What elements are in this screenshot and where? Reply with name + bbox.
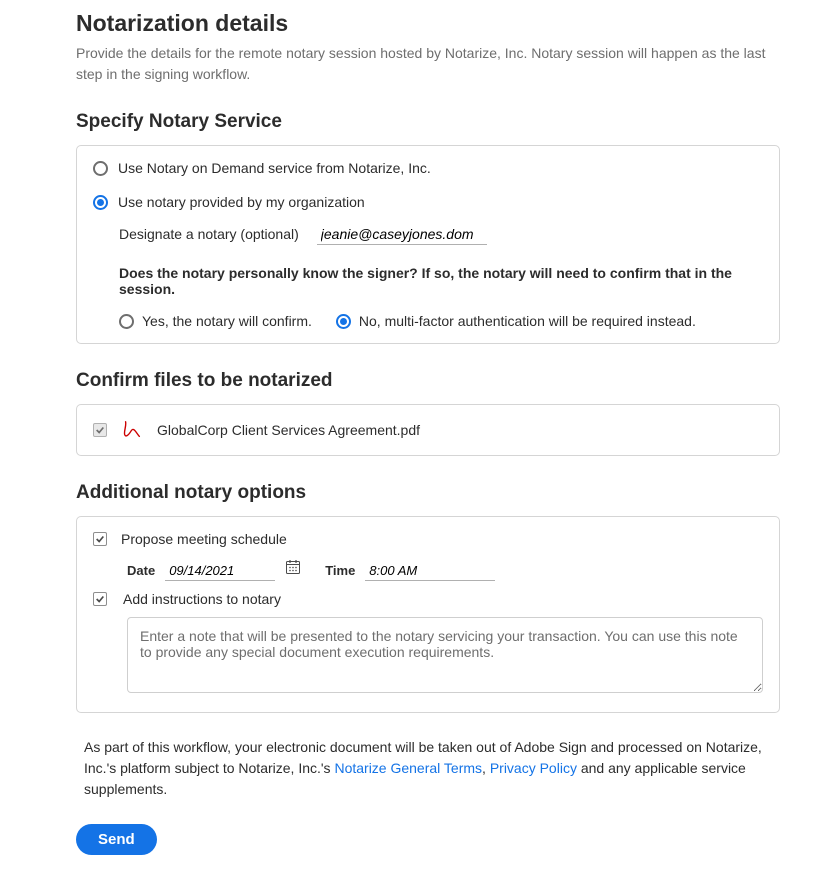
- instructions-checkbox[interactable]: [93, 592, 107, 606]
- specify-heading: Specify Notary Service: [76, 111, 780, 133]
- radio-know-no[interactable]: [336, 314, 351, 329]
- radio-notary-my-org[interactable]: [93, 195, 108, 210]
- instructions-textarea[interactable]: [127, 617, 763, 693]
- checkmark-icon: [95, 534, 105, 544]
- radio-notary-my-org-label: Use notary provided by my organization: [118, 194, 365, 210]
- confirm-panel: GlobalCorp Client Services Agreement.pdf: [76, 404, 780, 456]
- page-subtitle: Provide the details for the remote notar…: [76, 43, 780, 85]
- designate-input[interactable]: [317, 224, 487, 245]
- date-label: Date: [127, 563, 155, 578]
- specify-panel: Use Notary on Demand service from Notari…: [76, 145, 780, 344]
- file-name: GlobalCorp Client Services Agreement.pdf: [157, 422, 420, 438]
- page-title: Notarization details: [76, 10, 780, 37]
- radio-know-yes[interactable]: [119, 314, 134, 329]
- checkmark-icon: [95, 425, 105, 435]
- propose-label: Propose meeting schedule: [121, 531, 287, 547]
- know-question: Does the notary personally know the sign…: [119, 265, 763, 297]
- date-input[interactable]: [165, 561, 275, 581]
- designate-label: Designate a notary (optional): [119, 226, 299, 242]
- footer-text: As part of this workflow, your electroni…: [76, 737, 780, 800]
- send-button[interactable]: Send: [76, 824, 157, 855]
- propose-checkbox[interactable]: [93, 532, 107, 546]
- link-notarize-terms[interactable]: Notarize General Terms: [334, 760, 482, 776]
- calendar-icon[interactable]: [285, 559, 301, 575]
- additional-panel: Propose meeting schedule Date Time Add i…: [76, 516, 780, 713]
- file-checkbox[interactable]: [93, 423, 107, 437]
- checkmark-icon: [95, 594, 105, 604]
- radio-notary-on-demand-label: Use Notary on Demand service from Notari…: [118, 160, 431, 176]
- additional-heading: Additional notary options: [76, 482, 780, 504]
- instructions-label: Add instructions to notary: [123, 591, 281, 607]
- link-privacy-policy[interactable]: Privacy Policy: [490, 760, 577, 776]
- radio-know-yes-label: Yes, the notary will confirm.: [142, 313, 312, 329]
- confirm-heading: Confirm files to be notarized: [76, 370, 780, 392]
- time-input[interactable]: [365, 561, 495, 581]
- radio-know-no-label: No, multi-factor authentication will be …: [359, 313, 696, 329]
- radio-notary-on-demand[interactable]: [93, 161, 108, 176]
- pdf-icon: [121, 419, 143, 441]
- time-label: Time: [325, 563, 355, 578]
